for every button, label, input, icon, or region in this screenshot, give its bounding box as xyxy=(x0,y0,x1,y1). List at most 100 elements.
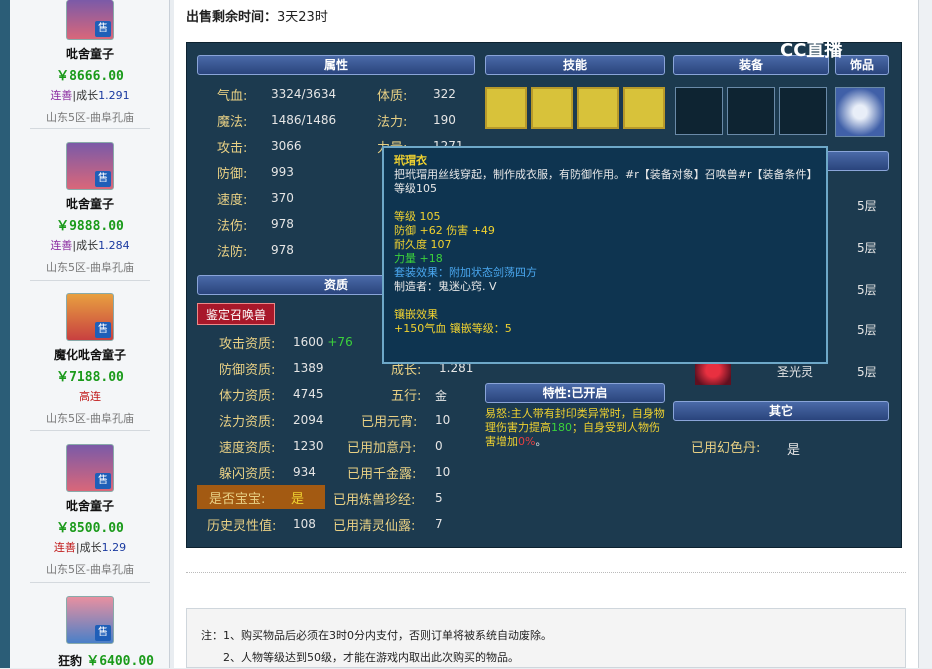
used-label: 已用加意丹: xyxy=(347,441,417,456)
used-value: 10 xyxy=(435,465,451,479)
pet-name[interactable]: 狂豹 ￥6400.00 xyxy=(10,650,170,669)
element-value: 金 xyxy=(435,389,448,403)
tooltip-inlay-title: 镶嵌效果 xyxy=(394,308,438,321)
skill-icon[interactable] xyxy=(531,87,573,129)
left-border-strip xyxy=(0,0,10,668)
cc-live-logo: CC直播 xyxy=(780,40,843,61)
layer-value: 5层 xyxy=(857,323,877,337)
equip-slot-3[interactable] xyxy=(779,87,827,135)
pet-price: ￥8500.00 xyxy=(56,521,124,536)
pet-price: ￥9888.00 xyxy=(56,219,124,234)
pet-server: 山东5区-曲阜孔庙 xyxy=(46,563,134,576)
aptitude-value: 1389 xyxy=(293,361,324,375)
equip-slot-1[interactable] xyxy=(675,87,723,135)
attr-header: 属性 xyxy=(197,55,475,75)
tooltip-maker: 制造者：鬼迷心窍. V xyxy=(394,280,497,293)
aptitude-label: 体力资质: xyxy=(219,389,276,404)
remaining-time: 出售剩余时间：3天23时 xyxy=(186,10,328,25)
attr-label: 体质: xyxy=(377,89,408,104)
pet-avatar[interactable]: 售 xyxy=(66,596,114,644)
attr-label: 防御: xyxy=(217,167,248,182)
special-header: 特性:已开启 xyxy=(485,383,665,403)
tooltip-defense: 防御 +62 伤害 +49 xyxy=(394,224,495,237)
pet-card[interactable]: 售 狂豹 ￥6400.00 xyxy=(10,596,170,669)
pet-name[interactable]: 吡舍童子 xyxy=(10,45,170,62)
scrollbar[interactable] xyxy=(918,0,932,668)
skill-header: 技能 xyxy=(485,55,665,75)
attr-value: 190 xyxy=(433,113,456,127)
tooltip-level: 等级 105 xyxy=(394,210,441,223)
divider xyxy=(30,128,150,129)
aptitude-value: 4745 xyxy=(293,387,324,401)
aptitude-label: 法力资质: xyxy=(219,415,276,430)
pet-avatar[interactable]: 售 xyxy=(66,142,114,190)
attr-label: 法力: xyxy=(377,115,408,130)
history-value: 108 xyxy=(293,517,316,531)
attr-value: 3066 xyxy=(271,139,302,153)
element-label: 五行: xyxy=(391,389,422,404)
pet-tags: 连善|成长1.29 xyxy=(53,541,127,554)
pet-name[interactable]: 吡舍童子 xyxy=(10,497,170,514)
ornament-slot[interactable] xyxy=(835,87,885,137)
attr-label: 速度: xyxy=(217,193,248,208)
pet-server: 山东5区-曲阜孔庙 xyxy=(46,412,134,425)
history-label: 历史灵性值: xyxy=(207,519,277,534)
sale-badge: 售 xyxy=(95,171,111,187)
skill-icon[interactable] xyxy=(485,87,527,129)
pet-price: ￥7188.00 xyxy=(56,370,124,385)
pet-card[interactable]: 售 吡舍童子 ￥8666.00 连善|成长1.291 山东5区-曲阜孔庙 xyxy=(10,0,170,125)
skill-icon[interactable] xyxy=(577,87,619,129)
identify-button[interactable]: 鉴定召唤兽 xyxy=(197,303,275,325)
used-value: 7 xyxy=(435,517,443,531)
divider xyxy=(30,582,150,583)
attr-label: 魔法: xyxy=(217,115,248,130)
other-header: 其它 xyxy=(673,401,889,421)
baby-value: 是 xyxy=(291,492,305,507)
aptitude-value: 2094 xyxy=(293,413,324,427)
aptitude-label: 躲闪资质: xyxy=(219,467,276,482)
aptitude-value: 1600 +76 xyxy=(293,335,353,349)
special-text: 易怒:主人带有封印类异常时，自身物理伤害力提高180；自身受到人物伤害增加0%。 xyxy=(485,407,665,448)
attr-label: 法伤: xyxy=(217,219,248,234)
tooltip-strength: 力量 +18 xyxy=(394,252,443,265)
attr-value: 1486/1486 xyxy=(271,113,337,127)
note-2: 2、人物等级达到50级，才能在游戏内取出此次购买的物品。 xyxy=(223,651,519,664)
attr-value: 3324/3634 xyxy=(271,87,337,101)
pet-tags: 高连 xyxy=(79,390,101,403)
pet-avatar[interactable]: 售 xyxy=(66,293,114,341)
pet-card[interactable]: 售 魔化吡舍童子 ￥7188.00 高连 山东5区-曲阜孔庙 xyxy=(10,293,170,426)
used-value: 10 xyxy=(435,413,451,427)
note-1: 注：1、购买物品后必须在3时0分内支付，否则订单将被系统自动废除。 xyxy=(201,629,552,642)
sale-badge: 售 xyxy=(95,625,111,641)
tooltip-title: 玳瑁衣 xyxy=(394,154,427,167)
tooltip-inlay: +150气血 镶嵌等级：5 xyxy=(394,322,512,335)
attr-value: 322 xyxy=(433,87,456,101)
aptitude-value: 934 xyxy=(293,465,316,479)
pet-avatar[interactable]: 售 xyxy=(66,0,114,40)
attr-value: 978 xyxy=(271,217,294,231)
sale-badge: 售 xyxy=(95,21,111,37)
pet-card[interactable]: 售 吡舍童子 ￥9888.00 连善|成长1.284 山东5区-曲阜孔庙 xyxy=(10,142,170,275)
notes-box: 注：1、购买物品后必须在3时0分内支付，否则订单将被系统自动废除。 2、人物等级… xyxy=(186,608,906,668)
pet-name[interactable]: 吡舍童子 xyxy=(10,195,170,212)
pet-card[interactable]: 售 吡舍童子 ￥8500.00 连善|成长1.29 山东5区-曲阜孔庙 xyxy=(10,444,170,577)
pet-avatar[interactable]: 售 xyxy=(66,444,114,492)
used-label: 已用清灵仙露: xyxy=(333,519,416,534)
other-label: 已用幻色丹: xyxy=(691,441,761,456)
sale-badge: 售 xyxy=(95,473,111,489)
pet-server: 山东5区-曲阜孔庙 xyxy=(46,261,134,274)
other-value: 是 xyxy=(787,443,801,458)
aptitude-label: 攻击资质: xyxy=(219,337,276,352)
skill-icon[interactable] xyxy=(623,87,665,129)
used-value: 5 xyxy=(435,491,443,505)
pet-name[interactable]: 魔化吡舍童子 xyxy=(10,346,170,363)
baby-row: 是否宝宝: 是 xyxy=(197,485,325,509)
attr-value: 370 xyxy=(271,191,294,205)
used-label: 已用元宵: xyxy=(361,415,418,430)
tooltip-desc: 把玳瑁用丝线穿起，制作成衣服，有防御作用。#r【装备对象】召唤兽#r【装备条件】… xyxy=(394,168,812,195)
attr-label: 气血: xyxy=(217,89,248,104)
sale-badge: 售 xyxy=(95,322,111,338)
equip-slot-2[interactable] xyxy=(727,87,775,135)
pet-price: ￥8666.00 xyxy=(56,69,124,84)
equipment-tooltip: 玳瑁衣 把玳瑁用丝线穿起，制作成衣服，有防御作用。#r【装备对象】召唤兽#r【装… xyxy=(382,146,828,364)
